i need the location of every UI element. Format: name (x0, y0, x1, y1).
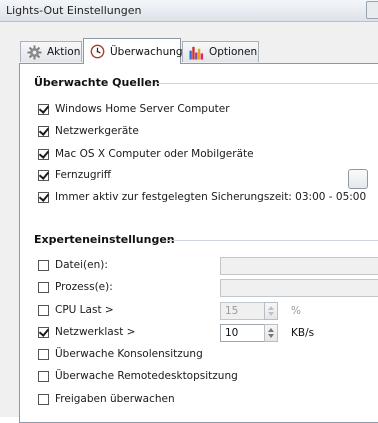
checkbox[interactable] (38, 125, 49, 137)
checkbox[interactable] (38, 191, 49, 203)
checkbox-label: Immer aktiv zur festgelegten Sicherungsz… (55, 191, 367, 203)
checkbox[interactable] (38, 393, 49, 405)
files-input[interactable] (220, 257, 378, 275)
checkbox-label: Überwache Konsolensitzung (55, 348, 203, 360)
expert-cpu-load[interactable]: CPU Last > (38, 304, 114, 316)
processes-input[interactable] (220, 279, 378, 297)
cpu-load-stepper[interactable] (264, 302, 278, 320)
tab-ueberwachung-label: Überwachung (110, 45, 183, 58)
source-remote-access[interactable]: Fernzugriff (38, 169, 111, 181)
checkbox[interactable] (38, 148, 49, 160)
checkbox[interactable] (38, 281, 49, 293)
section-divider (168, 240, 378, 241)
window-body: Aktion Überwachung Optionen Überwachte Q… (0, 22, 378, 423)
checkbox[interactable] (38, 326, 49, 338)
stepper-down-icon[interactable] (268, 312, 274, 316)
expert-console-session[interactable]: Überwache Konsolensitzung (38, 348, 203, 360)
window-title: Lights-Out Einstellungen (6, 4, 142, 17)
expert-settings-heading: Experteneinstellungen (34, 233, 175, 246)
checkbox[interactable] (38, 259, 49, 271)
clock-icon (90, 44, 105, 59)
checkbox-label: Windows Home Server Computer (55, 103, 230, 115)
close-button[interactable] (366, 1, 378, 19)
tab-aktion[interactable]: Aktion (20, 41, 82, 62)
expert-remote-session[interactable]: Überwache Remotedesktopsitzung (38, 370, 238, 382)
checkbox[interactable] (38, 169, 49, 181)
checkbox-label: Fernzugriff (55, 169, 112, 181)
watched-sources-heading: Überwachte Quellen (34, 76, 160, 89)
checkbox-label: Überwache Remotedesktopsitzung (55, 370, 238, 382)
expert-processes[interactable]: Prozess(e): (38, 281, 113, 293)
tab-aktion-label: Aktion (47, 46, 81, 58)
checkbox[interactable] (38, 304, 49, 316)
checkbox-label: Netzwerklast > (55, 326, 136, 338)
network-load-input[interactable] (220, 324, 266, 342)
expert-network-load[interactable]: Netzwerklast > (38, 326, 135, 338)
gear-icon (27, 44, 42, 60)
cpu-load-unit: % (291, 305, 301, 317)
section-divider (155, 83, 378, 84)
checkbox-label: Freigaben überwachen (55, 393, 175, 405)
network-load-unit: KB/s (291, 327, 315, 339)
backup-time-button[interactable] (348, 169, 368, 189)
checkbox-label: Mac OS X Computer oder Mobilgeräte (55, 148, 254, 160)
monitoring-panel: Überwachte Quellen Windows Home Server C… (19, 63, 378, 423)
network-load-stepper[interactable] (264, 324, 278, 342)
checkbox-label: CPU Last > (55, 304, 114, 316)
tab-ueberwachung[interactable]: Überwachung (83, 38, 183, 64)
source-whs-computer[interactable]: Windows Home Server Computer (38, 103, 230, 115)
stepper-up-icon[interactable] (268, 328, 274, 332)
tab-optionen-label: Optionen (209, 46, 258, 58)
title-bar: Lights-Out Einstellungen (0, 0, 378, 22)
stepper-up-icon[interactable] (268, 306, 274, 310)
stepper-down-icon[interactable] (268, 334, 274, 338)
checkbox-label: Netzwerkgeräte (55, 125, 139, 137)
source-mac-mobile[interactable]: Mac OS X Computer oder Mobilgeräte (38, 148, 254, 160)
cpu-load-input[interactable] (220, 302, 266, 320)
checkbox-label: Prozess(e): (55, 281, 113, 293)
source-backup-window[interactable]: Immer aktiv zur festgelegten Sicherungsz… (38, 191, 366, 203)
checkbox[interactable] (38, 348, 49, 360)
tab-optionen[interactable]: Optionen (182, 41, 259, 62)
expert-shares[interactable]: Freigaben überwachen (38, 393, 175, 405)
bar-chart-icon (189, 45, 204, 60)
expert-files[interactable]: Datei(en): (38, 259, 108, 271)
checkbox-label: Datei(en): (55, 259, 108, 271)
checkbox[interactable] (38, 103, 49, 115)
source-network-devices[interactable]: Netzwerkgeräte (38, 125, 139, 137)
checkbox[interactable] (38, 370, 49, 382)
